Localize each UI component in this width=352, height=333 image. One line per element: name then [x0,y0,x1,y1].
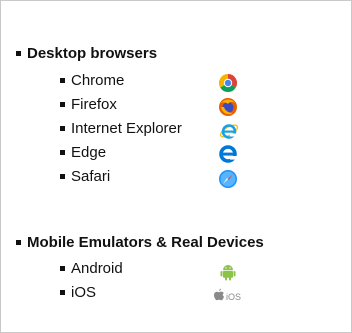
apple-ios-logo: iOS [213,288,241,302]
item-label: iOS [71,284,97,301]
item-label: Internet Explorer [71,120,182,137]
bullet-square [60,102,65,107]
bullet-square [60,78,65,83]
list-item-chrome: Chrome [60,72,124,89]
item-label: Edge [71,144,107,161]
chrome-icon [218,73,238,93]
list-item-internet-explorer: Internet Explorer [60,120,182,137]
section-title-text: Desktop browsers [27,45,158,62]
bullet-square [60,174,65,179]
section-title-mobile-devices: Mobile Emulators & Real Devices [16,234,264,251]
list-item-ios: iOS [60,284,96,301]
edge-icon [218,144,238,164]
internet-explorer-icon [219,121,239,141]
android-icon [218,262,238,282]
bullet-square [60,266,65,271]
list-item-android: Android [60,260,123,277]
bullet-square [60,126,65,131]
item-label: Safari [71,168,111,185]
item-label: Android [71,260,123,277]
list-item-safari: Safari [60,168,110,185]
safari-icon [218,169,238,189]
firefox-icon [218,97,238,117]
bullet-square [16,240,21,245]
bullet-square [60,150,65,155]
apple-ios-icon [213,288,225,302]
item-label: Firefox [71,96,117,113]
section-title-text: Mobile Emulators & Real Devices [27,234,264,251]
section-title-desktop-browsers: Desktop browsers [16,45,157,62]
bullet-square [60,290,65,295]
item-label: Chrome [71,72,125,89]
bullet-square [16,51,21,56]
list-item-edge: Edge [60,144,106,161]
list-item-firefox: Firefox [60,96,117,113]
ios-logo-text: iOS [226,292,242,302]
